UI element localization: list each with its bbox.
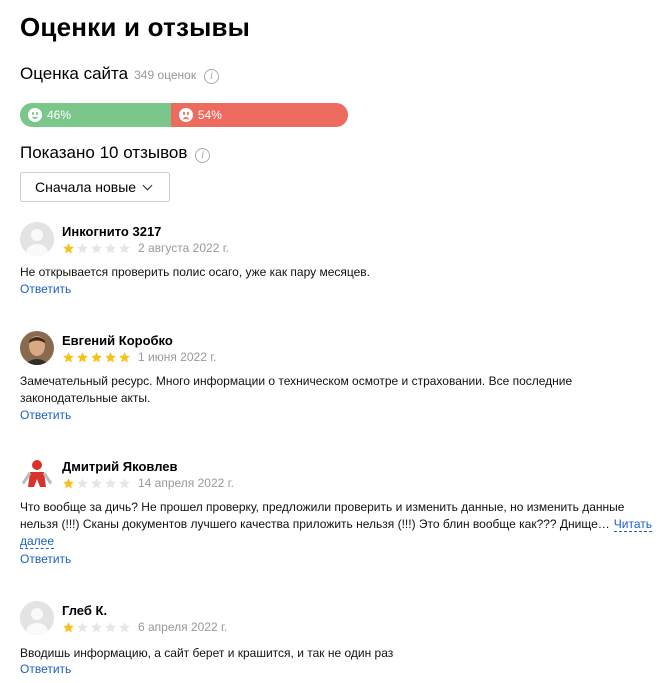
star-empty-icon [119,242,130,253]
default-avatar-icon [20,222,54,256]
review-author[interactable]: Евгений Коробко [62,333,173,348]
rating-count: 349 оценок [134,68,197,82]
default-avatar-icon [20,601,54,635]
star-filled-icon [63,242,74,253]
info-icon[interactable]: i [195,148,211,163]
review-text: Не открывается проверить полис осаго, уж… [20,265,371,279]
star-empty-icon [91,621,102,632]
reviews-count-row: Показано 10 отзывов i [20,143,211,163]
review-text: Вводишь информацию, а сайт берет и краши… [20,646,394,660]
reply-link[interactable]: Ответить [20,282,71,296]
review-date: 1 июня 2022 г. [138,350,217,364]
negative-segment: 54% [170,103,348,127]
review-date: 2 августа 2022 г. [138,241,229,255]
negative-percent: 54% [197,108,222,122]
smile-icon [28,108,42,122]
review-text: Что вообще за дичь? Не прошел проверку, … [20,500,625,531]
review-date: 6 апреля 2022 г. [138,620,228,634]
star-filled-icon [63,351,74,362]
star-filled-icon [91,351,102,362]
star-rating [62,351,132,364]
reply-link[interactable]: Ответить [20,662,71,676]
site-rating-label: Оценка сайта [20,64,129,83]
review-author[interactable]: Дмитрий Яковлев [62,459,178,474]
positive-segment: 46% [20,103,171,127]
sad-icon [178,108,193,122]
star-empty-icon [77,242,88,253]
star-filled-icon [119,351,130,362]
reply-link[interactable]: Ответить [20,408,71,422]
reviews-shown-label: Показано 10 отзывов [20,143,188,162]
star-filled-icon [63,621,74,632]
star-empty-icon [105,242,116,253]
star-filled-icon [63,477,74,488]
reply-link[interactable]: Ответить [20,552,71,566]
star-empty-icon [77,621,88,632]
sort-selected-label: Сначала новые [35,179,137,195]
info-icon[interactable]: i [204,69,220,84]
star-empty-icon [77,477,88,488]
review-author[interactable]: Инкогнито 3217 [62,224,161,239]
chevron-down-icon [142,180,153,190]
review-text: Замечательный ресурс. Много информации о… [20,374,573,405]
star-empty-icon [91,242,102,253]
star-empty-icon [105,621,116,632]
star-empty-icon [91,477,102,488]
star-rating [62,621,132,634]
positive-percent: 46% [47,108,72,122]
review-text-block: Что вообще за дичь? Не прошел проверку, … [20,499,655,550]
review-author[interactable]: Глеб К. [62,603,107,618]
site-rating-row: Оценка сайта 349 оценок i [20,64,220,84]
star-rating [62,477,132,490]
page-title: Оценки и отзывы [20,12,251,42]
sort-dropdown[interactable]: Сначала новые [20,172,170,202]
star-empty-icon [119,621,130,632]
star-filled-icon [77,351,88,362]
rating-bar: 46% 54% [20,103,348,127]
star-filled-icon [105,351,116,362]
star-empty-icon [105,477,116,488]
star-empty-icon [119,477,130,488]
star-rating [62,242,132,255]
user-photo [20,331,54,365]
red-figure-avatar [20,457,54,491]
review-date: 14 апреля 2022 г. [138,476,234,490]
